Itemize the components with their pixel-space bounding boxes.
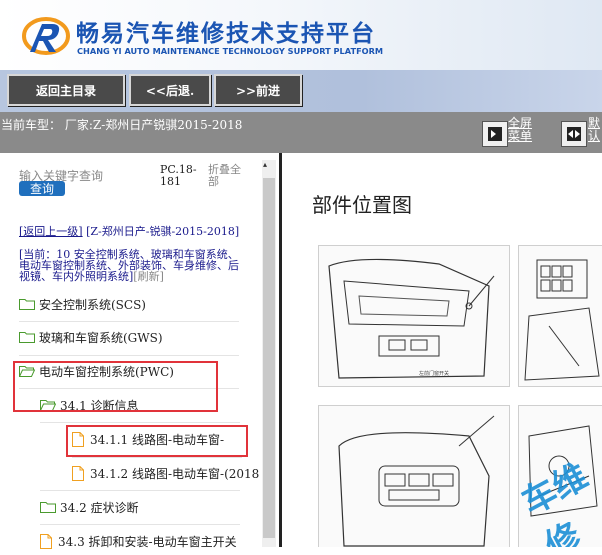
pc-code-label: PC.18-181 <box>160 163 197 188</box>
tree-item-diagnostic-info[interactable]: 34.1 诊断信息 <box>0 391 298 419</box>
tree-item-label: 34.1 诊断信息 <box>60 398 139 413</box>
tree-item-label: 34.2 症状诊断 <box>60 500 139 515</box>
platform-subtitle: CHANG YI AUTO MAINTENANCE TECHNOLOGY SUP… <box>77 46 384 56</box>
folder-icon <box>19 332 35 343</box>
vehicle-info-bar: 当前车型： 厂家:Z-郑州日产锐骐2015-2018 全屏 菜单 默 认 <box>0 112 602 153</box>
platform-title: 畅易汽车维修技术支持平台 <box>76 21 376 47</box>
breadcrumb-current: [当前：10 安全控制系统、玻璃和车窗系统、电动车窗控制系统、外部装饰、车身维修… <box>19 249 244 282</box>
forward-button[interactable]: >>前进 <box>214 74 302 106</box>
tree-item-wiring-diagram-1[interactable]: 34.1.1 线路图-电动车窗- <box>0 425 330 453</box>
tree-item-symptom-diagnosis[interactable]: 34.2 症状诊断 <box>0 493 298 521</box>
sidebar-scrollbar[interactable]: ▴ <box>262 160 276 547</box>
tree-item-removal-install[interactable]: 34.3 拆卸和安装-电动车窗主开关 <box>0 527 298 555</box>
tree-divider <box>19 355 239 356</box>
door-panel-drawing <box>328 258 495 379</box>
tree-divider <box>19 388 239 389</box>
refresh-link[interactable]: [刷新] <box>133 270 164 283</box>
default-view-link[interactable]: 默 认 <box>588 117 600 143</box>
document-title: 部件位置图 <box>312 193 412 217</box>
tree-divider <box>40 422 240 423</box>
header-banner: 畅易汽车维修技术支持平台 CHANG YI AUTO MAINTENANCE T… <box>0 0 602 70</box>
figure-relay-block <box>518 245 602 387</box>
tree-item-wiring-diagram-2[interactable]: 34.1.2 线路图-电动车窗-(2018 <box>0 459 330 487</box>
folder-icon <box>40 502 56 513</box>
document-icon <box>72 465 84 481</box>
tree-divider <box>72 457 242 458</box>
tree-divider <box>40 490 240 491</box>
tree-divider <box>19 321 239 322</box>
figure-door-panel: 左前门窗开关 <box>318 245 510 387</box>
fullscreen-icon[interactable] <box>482 121 508 147</box>
collapse-all-button[interactable]: 折叠全部 <box>208 164 248 188</box>
tree-item-label: 玻璃和车窗系统(GWS) <box>39 330 163 345</box>
tree-item-glass-windows[interactable]: 玻璃和车窗系统(GWS) <box>0 323 277 351</box>
scroll-up-arrow[interactable]: ▴ <box>263 160 267 169</box>
model-link[interactable]: [Z-郑州日产-锐骐-2015-2018] <box>86 225 239 238</box>
scrollbar-thumb[interactable] <box>263 178 275 538</box>
relay-block-drawing <box>524 259 600 381</box>
fullscreen-menu-link[interactable]: 全屏 菜单 <box>508 117 532 143</box>
window-switch-drawing <box>338 415 495 547</box>
document-icon <box>40 533 52 549</box>
tree-item-safety-control[interactable]: 安全控制系统(SCS) <box>0 290 277 318</box>
document-viewer: 部件位置图 左前门窗开关 车维修 <box>282 153 602 547</box>
figure-caption: 左前门窗开关 <box>419 371 450 377</box>
logo-icon <box>22 17 70 55</box>
default-view-icon[interactable] <box>561 121 587 147</box>
document-icon <box>72 431 84 447</box>
back-button[interactable]: <<后退. <box>129 74 211 106</box>
tree-divider <box>40 524 240 525</box>
folder-icon <box>19 299 35 310</box>
tree-item-power-window[interactable]: 电动车窗控制系统(PWC) <box>0 357 277 385</box>
folder-open-icon <box>19 366 35 377</box>
breadcrumb-back: [返回上一级] [Z-郑州日产-锐骐-2015-2018] <box>19 226 244 237</box>
tree-item-label: 安全控制系统(SCS) <box>39 297 146 312</box>
search-button[interactable]: 查询 <box>19 181 65 196</box>
figure-window-switch <box>318 405 510 547</box>
folder-open-icon <box>40 400 56 411</box>
tree-item-label: 34.1.2 线路图-电动车窗-(2018 <box>90 466 260 481</box>
back-up-link[interactable]: [返回上一级] <box>19 225 83 238</box>
tree-item-label: 34.1.1 线路图-电动车窗- <box>90 432 225 447</box>
navigation-bar: 返回主目录 <<后退. >>前进 <box>0 70 602 112</box>
current-vehicle-label: 当前车型： 厂家:Z-郑州日产锐骐2015-2018 <box>1 118 243 132</box>
home-button[interactable]: 返回主目录 <box>7 74 125 106</box>
tree-item-label: 电动车窗控制系统(PWC) <box>39 364 174 379</box>
